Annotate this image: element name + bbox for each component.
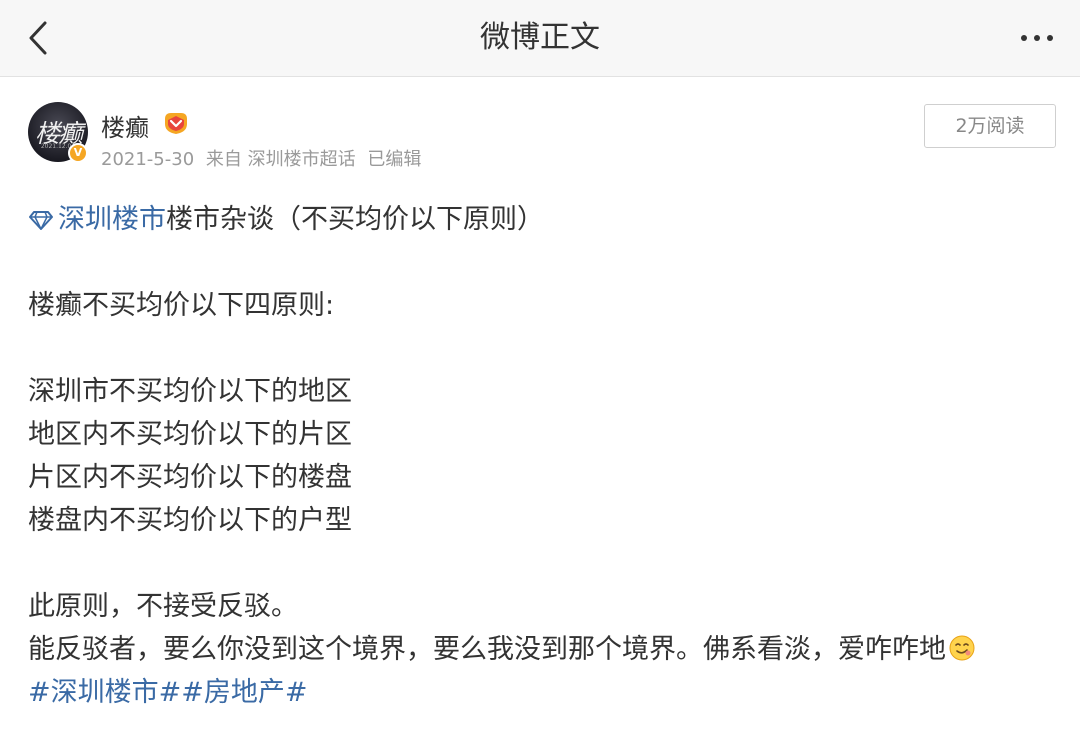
more-options-button[interactable] bbox=[1012, 16, 1062, 60]
topic-title: 楼市杂谈（不买均价以下原则） bbox=[166, 204, 544, 235]
post-source[interactable]: 来自 深圳楼市超话 bbox=[206, 149, 356, 170]
hashtag-links[interactable]: #深圳楼市##房地产# bbox=[28, 677, 308, 708]
supertopic-diamond-icon bbox=[29, 211, 53, 230]
edited-label[interactable]: 已编辑 bbox=[367, 149, 421, 170]
rule-item: 深圳市不买均价以下的地区 bbox=[28, 376, 352, 407]
closing-text: 能反驳者，要么你没到这个境界，要么我没到那个境界。佛系看淡，爱咋咋地 bbox=[28, 634, 946, 665]
rule-item: 片区内不买均价以下的楼盘 bbox=[28, 462, 352, 493]
post-meta: 2021-5-30 来自 深圳楼市超话 已编辑 bbox=[101, 145, 427, 171]
post-content: 深圳楼市楼市杂谈（不买均价以下原则） 楼癫不买均价以下四原则: 深圳市不买均价以… bbox=[28, 198, 1058, 714]
line-spacer bbox=[28, 241, 1058, 284]
post-date: 2021-5-30 bbox=[101, 149, 195, 170]
rule-item: 地区内不买均价以下的片区 bbox=[28, 419, 352, 450]
author-name[interactable]: 楼癫 bbox=[101, 108, 149, 143]
top-navigation-bar: 微博正文 bbox=[0, 0, 1080, 77]
line-spacer bbox=[28, 542, 1058, 585]
vip-member-icon[interactable] bbox=[162, 110, 190, 136]
topic-line: 深圳楼市楼市杂谈（不买均价以下原则） bbox=[28, 198, 1058, 241]
closing-line-1: 此原则，不接受反驳。 bbox=[28, 591, 298, 622]
more-horizontal-icon bbox=[1021, 35, 1053, 41]
closing-line-2: 能反驳者，要么你没到这个境界，要么我没到那个境界。佛系看淡，爱咋咋地 bbox=[28, 628, 1058, 671]
topic-link[interactable]: 深圳楼市 bbox=[58, 204, 166, 235]
verified-badge-icon: V bbox=[68, 143, 88, 163]
hashtags: #深圳楼市##房地产# bbox=[28, 671, 1058, 714]
page-title: 微博正文 bbox=[480, 20, 600, 55]
rule-item: 楼盘内不买均价以下的户型 bbox=[28, 505, 352, 536]
smirk-emoji-icon bbox=[949, 635, 975, 661]
read-count-button[interactable]: 2万阅读 bbox=[924, 104, 1056, 148]
rules-heading: 楼癫不买均价以下四原则: bbox=[28, 290, 335, 321]
line-spacer bbox=[28, 327, 1058, 370]
